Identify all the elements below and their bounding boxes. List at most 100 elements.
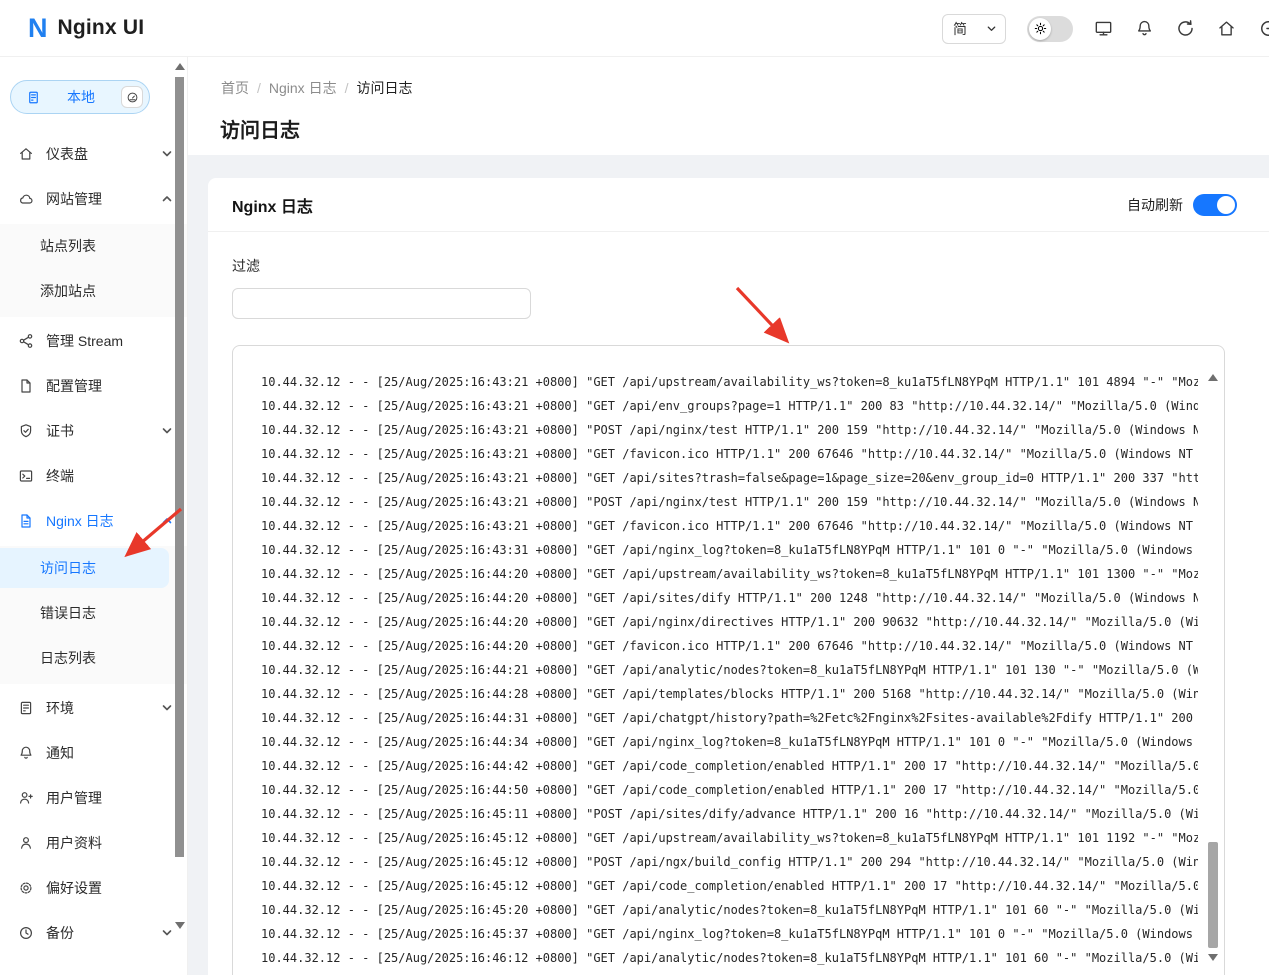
app-header: N Nginx UI 简 bbox=[0, 0, 1269, 57]
gauge-button[interactable] bbox=[121, 86, 143, 108]
content-area: Nginx 日志 自动刷新 过滤 10.44.32.12 - - [25/Aug… bbox=[188, 155, 1269, 975]
log-line: 10.44.32.12 - - [25/Aug/2025:16:43:21 +0… bbox=[261, 466, 1198, 490]
sidebar-item-terminal[interactable]: 终端 bbox=[0, 456, 187, 496]
sidebar-item-error-log[interactable]: 错误日志 bbox=[0, 593, 169, 633]
log-card: Nginx 日志 自动刷新 过滤 10.44.32.12 - - [25/Aug… bbox=[208, 178, 1269, 975]
sidebar-scrollbar[interactable] bbox=[174, 57, 185, 975]
sidebar-item-environments[interactable]: 环境 bbox=[0, 688, 187, 728]
desktop-icon bbox=[1094, 19, 1113, 38]
sidebar-item-preferences[interactable]: 偏好设置 bbox=[0, 868, 187, 908]
sidebar-item-notifications[interactable]: 通知 bbox=[0, 733, 187, 773]
user-add-icon bbox=[18, 790, 34, 806]
log-line: 10.44.32.12 - - [25/Aug/2025:16:43:21 +0… bbox=[261, 370, 1198, 394]
sidebar-item-add-site[interactable]: 添加站点 bbox=[0, 271, 169, 311]
log-line: 10.44.32.12 - - [25/Aug/2025:16:45:12 +0… bbox=[261, 826, 1198, 850]
reload-icon bbox=[1176, 19, 1195, 38]
chevron-up-icon bbox=[161, 193, 173, 205]
nginx-ui-app: N Nginx UI 简 bbox=[0, 0, 1269, 975]
logout-button[interactable] bbox=[1258, 19, 1269, 39]
sidebar-item-nginx-log[interactable]: Nginx 日志 bbox=[0, 501, 187, 541]
nginx-log-submenu: 访问日志 错误日志 日志列表 bbox=[0, 546, 187, 684]
nginx-logo-icon: N bbox=[28, 15, 48, 42]
log-lines: 10.44.32.12 - - [25/Aug/2025:16:43:21 +0… bbox=[261, 370, 1198, 970]
filter-label: 过滤 bbox=[232, 256, 1225, 276]
sidebar-item-certificates[interactable]: 证书 bbox=[0, 411, 187, 451]
log-line: 10.44.32.12 - - [25/Aug/2025:16:44:31 +0… bbox=[261, 706, 1198, 730]
log-line: 10.44.32.12 - - [25/Aug/2025:16:43:31 +0… bbox=[261, 538, 1198, 562]
user-icon bbox=[18, 835, 34, 851]
log-line: 10.44.32.12 - - [25/Aug/2025:16:44:50 +0… bbox=[261, 778, 1198, 802]
desktop-button[interactable] bbox=[1094, 19, 1114, 39]
home-icon bbox=[1217, 19, 1236, 38]
scrollbar-thumb[interactable] bbox=[175, 77, 184, 857]
refresh-button[interactable] bbox=[1176, 19, 1196, 39]
log-line: 10.44.32.12 - - [25/Aug/2025:16:43:21 +0… bbox=[261, 442, 1198, 466]
sidebar-item-user-management[interactable]: 用户管理 bbox=[0, 778, 187, 818]
home-icon bbox=[18, 146, 34, 162]
sidebar-item-user-profile[interactable]: 用户资料 bbox=[0, 823, 187, 863]
log-line: 10.44.32.12 - - [25/Aug/2025:16:45:20 +0… bbox=[261, 898, 1198, 922]
certificate-icon bbox=[18, 423, 34, 439]
scroll-down-icon[interactable] bbox=[175, 922, 185, 929]
log-viewer[interactable]: 10.44.32.12 - - [25/Aug/2025:16:43:21 +0… bbox=[232, 345, 1225, 975]
chevron-down-icon bbox=[161, 148, 173, 160]
site-management-submenu: 站点列表 添加站点 bbox=[0, 224, 187, 317]
cloud-icon bbox=[18, 191, 34, 207]
scroll-down-icon[interactable] bbox=[1208, 954, 1218, 961]
notification-button[interactable] bbox=[1135, 19, 1155, 39]
sidebar-item-site-list[interactable]: 站点列表 bbox=[0, 226, 169, 266]
environment-pill[interactable]: 本地 bbox=[10, 80, 150, 114]
file-text-icon bbox=[18, 513, 34, 529]
sidebar-item-config-management[interactable]: 配置管理 bbox=[0, 366, 187, 406]
auto-refresh-toggle[interactable] bbox=[1193, 194, 1237, 216]
log-line: 10.44.32.12 - - [25/Aug/2025:16:44:42 +0… bbox=[261, 754, 1198, 778]
log-line: 10.44.32.12 - - [25/Aug/2025:16:45:37 +0… bbox=[261, 922, 1198, 946]
server-list-icon bbox=[18, 700, 34, 716]
scrollbar-thumb[interactable] bbox=[1208, 842, 1218, 948]
sidebar-item-access-log[interactable]: 访问日志 bbox=[0, 548, 169, 588]
chevron-up-icon bbox=[161, 515, 173, 527]
language-select[interactable]: 简 bbox=[942, 14, 1006, 44]
scroll-up-icon[interactable] bbox=[1208, 374, 1218, 381]
scroll-up-icon[interactable] bbox=[175, 63, 185, 70]
bell-icon bbox=[1135, 19, 1154, 38]
filter-input[interactable] bbox=[232, 288, 531, 319]
log-line: 10.44.32.12 - - [25/Aug/2025:16:45:11 +0… bbox=[261, 802, 1198, 826]
log-line: 10.44.32.12 - - [25/Aug/2025:16:45:12 +0… bbox=[261, 874, 1198, 898]
header-controls: 简 bbox=[942, 0, 1269, 57]
log-line: 10.44.32.12 - - [25/Aug/2025:16:43:21 +0… bbox=[261, 394, 1198, 418]
sidebar-item-stream-management[interactable]: 管理 Stream bbox=[0, 321, 187, 361]
log-line: 10.44.32.12 - - [25/Aug/2025:16:44:20 +0… bbox=[261, 586, 1198, 610]
sidebar-item-site-management[interactable]: 网站管理 bbox=[0, 179, 187, 219]
auto-refresh-label: 自动刷新 bbox=[1127, 195, 1183, 215]
theme-toggle[interactable] bbox=[1027, 16, 1073, 42]
sidebar-item-log-list[interactable]: 日志列表 bbox=[0, 638, 169, 678]
breadcrumb-nginx-log[interactable]: Nginx 日志 bbox=[269, 78, 337, 98]
app-logo[interactable]: N Nginx UI bbox=[0, 15, 144, 42]
log-line: 10.44.32.12 - - [25/Aug/2025:16:46:12 +0… bbox=[261, 946, 1198, 970]
share-icon bbox=[18, 333, 34, 349]
log-line: 10.44.32.12 - - [25/Aug/2025:16:44:28 +0… bbox=[261, 682, 1198, 706]
breadcrumb-separator: / bbox=[257, 80, 261, 96]
page-title: 访问日志 bbox=[188, 98, 1269, 143]
app-title: Nginx UI bbox=[58, 16, 145, 40]
log-line: 10.44.32.12 - - [25/Aug/2025:16:44:20 +0… bbox=[261, 610, 1198, 634]
card-title: Nginx 日志 bbox=[232, 193, 313, 217]
log-line: 10.44.32.12 - - [25/Aug/2025:16:44:21 +0… bbox=[261, 658, 1198, 682]
breadcrumb-home[interactable]: 首页 bbox=[221, 78, 249, 98]
log-line: 10.44.32.12 - - [25/Aug/2025:16:44:20 +0… bbox=[261, 634, 1198, 658]
history-clock-icon bbox=[18, 925, 34, 941]
server-list-icon bbox=[26, 90, 41, 105]
breadcrumb: 首页 / Nginx 日志 / 访问日志 bbox=[188, 57, 1269, 98]
sidebar-item-dashboard[interactable]: 仪表盘 bbox=[0, 134, 187, 174]
home-button[interactable] bbox=[1217, 19, 1237, 39]
chevron-down-icon bbox=[986, 23, 997, 34]
log-scrollbar[interactable] bbox=[1206, 346, 1220, 975]
log-line: 10.44.32.12 - - [25/Aug/2025:16:43:21 +0… bbox=[261, 490, 1198, 514]
breadcrumb-current: 访问日志 bbox=[356, 78, 412, 98]
sidebar-item-backup[interactable]: 备份 bbox=[0, 913, 187, 953]
sidebar: 本地 仪表盘 网站管理 站点列表 添加站点 管理 Stream bbox=[0, 57, 188, 975]
main-content: 首页 / Nginx 日志 / 访问日志 访问日志 Nginx 日志 自动刷新 … bbox=[188, 57, 1269, 975]
environment-name: 本地 bbox=[41, 87, 121, 107]
log-line: 10.44.32.12 - - [25/Aug/2025:16:43:21 +0… bbox=[261, 418, 1198, 442]
